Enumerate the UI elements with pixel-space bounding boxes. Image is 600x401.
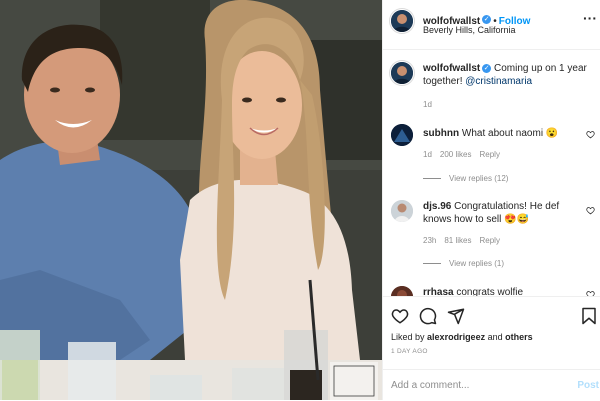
heart-icon[interactable] (391, 307, 409, 325)
caption-mention[interactable]: @cristinamaria (465, 76, 532, 87)
view-replies-button[interactable]: View replies (1) (423, 259, 504, 268)
caption-age: 1d (423, 100, 432, 109)
post-comment-button[interactable]: Post (577, 380, 599, 391)
comment-likes[interactable]: 81 likes (444, 236, 471, 245)
reply-button[interactable]: Reply (479, 150, 499, 159)
view-replies-button[interactable]: View replies (12) (423, 174, 508, 183)
bookmark-icon[interactable] (581, 307, 597, 325)
comment-likes[interactable]: 200 likes (440, 150, 472, 159)
comment-age: 23h (423, 236, 437, 245)
author-avatar[interactable] (391, 10, 413, 32)
liked-by-prefix: Liked by (391, 332, 425, 342)
caption-avatar[interactable] (391, 62, 413, 84)
post-photo-illustration (0, 0, 382, 400)
caption: wolfofwallst ✓ Coming up on 1 year togeth… (423, 62, 595, 88)
comment-username[interactable]: rrhasa (423, 287, 454, 296)
comment-avatar[interactable] (391, 286, 413, 296)
view-replies-label: View replies (12) (449, 174, 509, 183)
comments-list[interactable]: wolfofwallst ✓ Coming up on 1 year togeth… (383, 50, 600, 296)
comment-meta: 1d 200 likes Reply (423, 150, 508, 159)
post-timestamp[interactable]: 1 DAY AGO (391, 348, 428, 355)
post-photo[interactable] (0, 0, 382, 400)
comment-body: What about naomi (461, 128, 544, 139)
replies-divider (423, 263, 441, 265)
comment-emoji: 😮 (545, 128, 559, 139)
verified-icon: ✓ (482, 63, 492, 73)
comment-emoji: 😍😅 (504, 214, 530, 225)
post-actions: Liked by alexrodrigeez and others 1 DAY … (383, 296, 600, 400)
comment-avatar[interactable] (391, 124, 413, 146)
comment-username[interactable]: subhnn (423, 128, 459, 139)
comment-username[interactable]: djs.96 (423, 201, 451, 212)
post-location[interactable]: Beverly Hills, California (423, 25, 516, 35)
replies-divider (423, 178, 441, 180)
view-replies-label: View replies (1) (449, 259, 504, 268)
more-options-icon[interactable]: ··· (583, 10, 597, 26)
comment-text: djs.96 Congratulations! He def knows how… (423, 200, 583, 226)
liked-by: Liked by alexrodrigeez and others (391, 332, 533, 342)
verified-icon: ✓ (482, 15, 492, 25)
liked-by-user[interactable]: alexrodrigeez (427, 332, 485, 342)
comment-meta: 23h 81 likes Reply (423, 236, 508, 245)
liked-by-others[interactable]: others (505, 332, 533, 342)
comment-age: 1d (423, 150, 432, 159)
comment-like-icon[interactable] (586, 130, 595, 139)
liked-by-and: and (487, 332, 503, 342)
reply-button[interactable]: Reply (479, 236, 499, 245)
post-header: wolfofwallst ✓ • Follow Beverly Hills, Cali… (383, 0, 600, 50)
add-comment-input[interactable]: Add a comment... (391, 380, 469, 391)
comment-like-icon[interactable] (586, 206, 595, 215)
caption-username[interactable]: wolfofwallst (423, 63, 480, 74)
comment-avatar[interactable] (391, 200, 413, 222)
comment-icon[interactable] (419, 307, 437, 325)
add-comment-bar: Add a comment... Post (383, 369, 600, 401)
share-icon[interactable] (447, 307, 465, 325)
comment-text: subhnn What about naomi 😮 (423, 127, 583, 140)
comment-text: rrhasa congrats wolfie (423, 286, 583, 296)
post-sidebar: wolfofwallst ✓ • Follow Beverly Hills, Cali… (382, 0, 600, 400)
comment-body: congrats wolfie (456, 287, 524, 296)
